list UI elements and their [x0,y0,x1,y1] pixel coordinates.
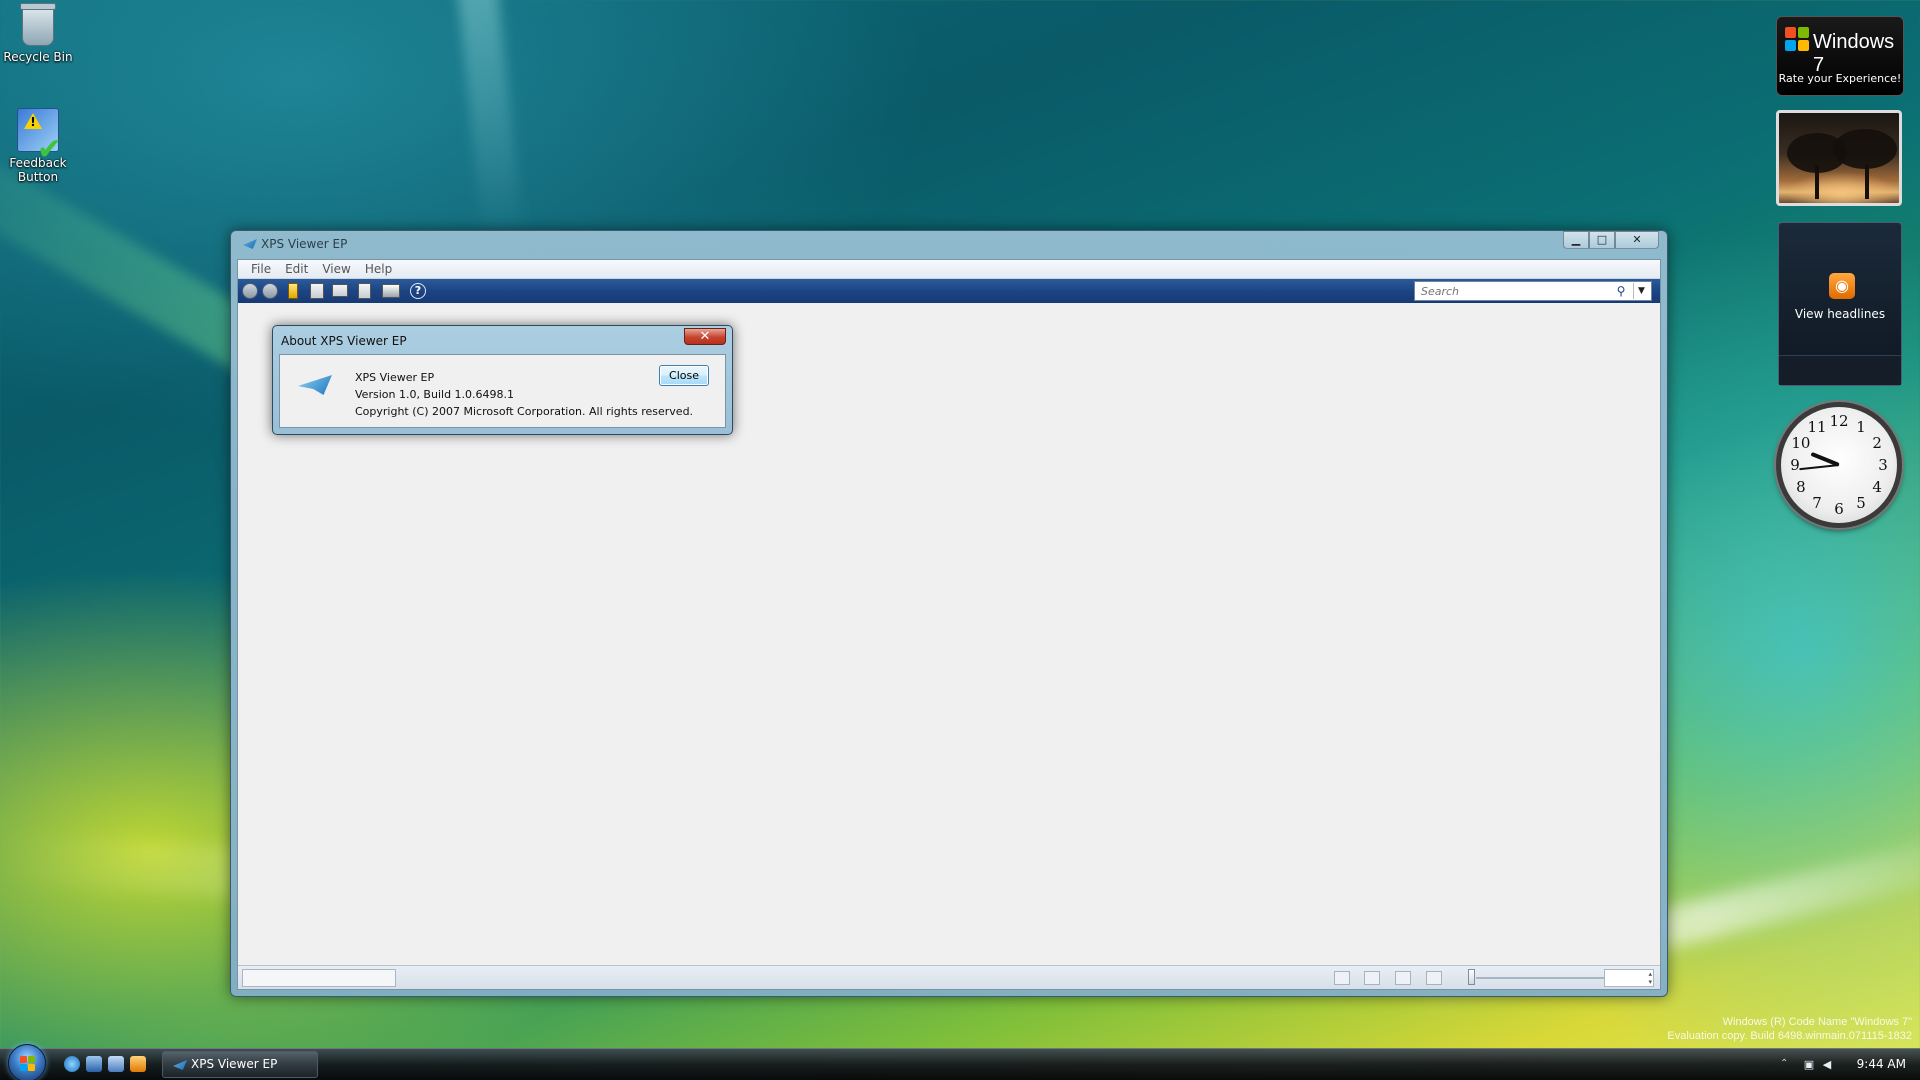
about-dialog: About XPS Viewer EP ✕ XPS Viewer EP Vers… [272,325,733,435]
clock-number: 12 [1829,412,1849,430]
search-input[interactable] [1415,282,1611,300]
desktop-icon-recycle-bin[interactable]: Recycle Bin [0,3,76,64]
build-watermark-line1: Windows (R) Code Name "Windows 7" [1722,1016,1912,1028]
search-box: ⚲ ▼ [1414,281,1652,301]
volume-icon[interactable]: ◀ [1820,1058,1834,1072]
about-dialog-body: XPS Viewer EP Version 1.0, Build 1.0.649… [279,354,726,428]
clock-minute-hand [1799,464,1840,471]
feed-label[interactable]: View headlines [1779,307,1901,321]
taskbar-item-xps-viewer[interactable]: XPS Viewer EP [162,1051,318,1078]
gadget-title: Windows 7 [1813,31,1895,76]
menu-edit[interactable]: Edit [278,260,315,278]
clock-number: 10 [1791,434,1811,452]
show-desktop-icon[interactable] [86,1056,102,1072]
search-dropdown-icon[interactable]: ▼ [1633,283,1649,299]
help-icon[interactable]: ? [410,283,426,299]
clock-number: 8 [1796,478,1806,496]
menu-view[interactable]: View [315,260,357,278]
clock-number: 9 [1790,456,1800,474]
desktop-icon-feedback-button[interactable]: Feedback Button [0,108,76,184]
feedback-icon [17,108,62,157]
windows-flag-icon [20,1056,36,1072]
print-icon[interactable] [382,284,400,298]
menu-help[interactable]: Help [358,260,399,278]
about-copyright: Copyright (C) 2007 Microsoft Corporation… [355,405,694,418]
new-document-icon[interactable] [310,283,324,299]
close-button[interactable]: Close [659,365,709,386]
rss-icon: ◉ [1829,273,1855,299]
desktop-icon-label: Recycle Bin [3,50,73,64]
close-window-button[interactable]: ✕ [1615,231,1659,249]
toolbar: ? ⚲ ▼ [238,279,1660,303]
bookmark-icon[interactable] [288,283,298,299]
clock-number: 5 [1856,494,1866,513]
wallpaper-streak [456,0,524,242]
media-player-icon[interactable] [130,1056,146,1072]
status-bar [238,965,1660,989]
xps-plane-icon [298,375,332,395]
feed-headlines-gadget[interactable]: ◉ View headlines [1778,222,1902,386]
fit-page-icon[interactable] [1395,971,1411,985]
search-icon[interactable]: ⚲ [1613,283,1629,299]
recycle-bin-icon [20,3,56,46]
dialog-close-icon[interactable]: ✕ [684,328,726,345]
clock-number: 3 [1878,456,1888,474]
start-button[interactable] [8,1044,46,1080]
network-icon[interactable]: ▣ [1802,1058,1816,1072]
menu-bar: File Edit View Help [238,260,1660,279]
build-watermark-line2: Evaluation copy. Build 6498.winmain.0711… [1667,1030,1912,1042]
clock-time[interactable]: 9:44 AM [1857,1057,1906,1071]
internet-explorer-icon[interactable] [64,1056,80,1072]
minimize-button[interactable]: ▁ [1563,231,1589,249]
save-icon[interactable] [358,283,371,299]
about-dialog-title: About XPS Viewer EP [281,334,407,348]
gadget-subtitle[interactable]: Rate your Experience! [1777,72,1903,85]
fit-width-icon[interactable] [1364,971,1380,985]
maximize-button[interactable]: □ [1589,231,1615,249]
menu-file[interactable]: File [244,260,278,278]
clock-number: 11 [1807,417,1827,436]
forward-icon[interactable] [262,283,278,299]
clock-gadget[interactable]: 12 1 2 3 4 5 6 7 8 9 10 11 [1776,402,1902,528]
taskbar: XPS Viewer EP ⌃ ▣ ◀ 9:44 AM [0,1044,1920,1080]
status-page-field[interactable] [242,969,396,987]
clock-number: 2 [1872,434,1882,452]
zoom-slider-track[interactable] [1476,977,1610,979]
about-product-name: XPS Viewer EP [355,371,435,384]
slideshow-gadget[interactable] [1776,110,1902,206]
back-icon[interactable] [242,283,258,299]
zoom-slider-thumb[interactable] [1468,969,1475,985]
windows-flag-icon [1785,27,1811,53]
xps-app-icon [173,1060,187,1070]
desktop-icon-label: Button [17,170,59,184]
document-icon[interactable] [332,284,348,297]
about-version: Version 1.0, Build 1.0.6498.1 [355,388,515,401]
windows7-gadget[interactable]: Windows 7 Rate your Experience! [1776,16,1904,96]
actual-size-icon[interactable] [1334,971,1350,985]
window-title: XPS Viewer EP [261,237,348,251]
taskbar-item-label: XPS Viewer EP [191,1057,278,1071]
clock-number: 7 [1812,494,1822,513]
thumbnails-icon[interactable] [1426,971,1442,985]
window-titlebar[interactable]: XPS Viewer EP ▁ □ ✕ [231,231,1667,257]
system-tray: ⌃ ▣ ◀ 9:44 AM [1780,1049,1920,1080]
switch-windows-icon[interactable] [108,1056,124,1072]
tray-expand-icon[interactable]: ⌃ [1780,1058,1788,1069]
xps-app-icon [243,239,257,249]
zoom-level-field[interactable] [1604,969,1654,987]
clock-number: 6 [1834,500,1844,518]
tree-image [1833,129,1897,169]
